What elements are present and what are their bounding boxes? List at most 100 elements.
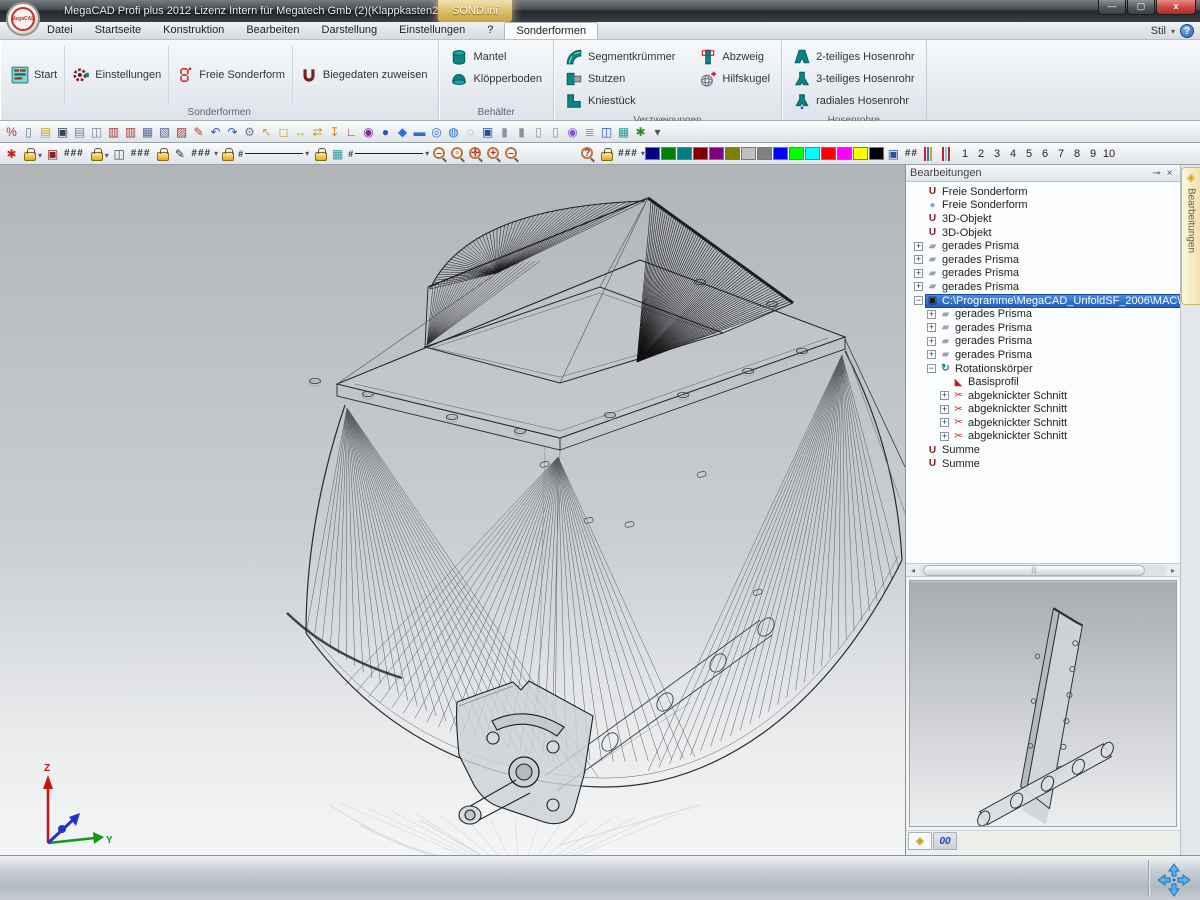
ribbon-button-stutzen[interactable]: Stutzen xyxy=(558,68,682,90)
layer-lock-dropdown-icon[interactable]: ▾ xyxy=(38,151,42,161)
tree-item-3d-objekt[interactable]: U3D-Objekt xyxy=(906,212,1180,226)
expand-icon[interactable]: + xyxy=(927,310,936,319)
select-element-icon[interactable]: ↖ xyxy=(258,123,275,141)
pen-width-colors-icon-0[interactable] xyxy=(924,147,936,161)
layer-number-6[interactable]: 6 xyxy=(1037,148,1053,160)
zoom-pan-icon[interactable]: ✛ xyxy=(469,147,481,159)
ribbon-button-hilfskugel[interactable]: Hilfskugel xyxy=(692,68,777,90)
tree-item-summe[interactable]: USumme xyxy=(906,457,1180,471)
megacad-logo-icon[interactable]: MegaCAD xyxy=(6,2,40,36)
group-lock-dropdown-icon[interactable]: ▾ xyxy=(105,151,109,161)
toolbar-overflow-icon[interactable]: ▾ xyxy=(649,123,666,141)
tree-item-freie-sonderform[interactable]: UFreie Sonderform xyxy=(906,185,1180,199)
layer-number-10[interactable]: 10 xyxy=(1101,148,1117,160)
tree-item-gerades-prisma[interactable]: +▰gerades Prisma xyxy=(906,348,1180,362)
ribbon-button-radiales-hosenrohr[interactable]: radiales Hosenrohr xyxy=(786,90,916,112)
file-refresh-icon[interactable]: ▧ xyxy=(156,123,173,141)
pen-width-colors-icon-1[interactable] xyxy=(942,147,954,161)
snap-percent-icon[interactable]: % xyxy=(3,123,20,141)
color-swatch-2[interactable] xyxy=(677,147,692,160)
expand-icon[interactable]: + xyxy=(914,282,923,291)
tree-item-freie-sonderform[interactable]: ●Freie Sonderform xyxy=(906,199,1180,213)
erase-pen-icon[interactable]: ✎ xyxy=(190,123,207,141)
disc-icon[interactable]: ◎ xyxy=(428,123,445,141)
line-style-preview[interactable]: #▾ xyxy=(236,149,311,159)
expand-icon[interactable]: + xyxy=(927,350,936,359)
tree-item-3d-objekt[interactable]: U3D-Objekt xyxy=(906,226,1180,240)
new-file-icon[interactable]: ▯ xyxy=(20,123,37,141)
ribbon-button-start[interactable]: Start xyxy=(4,46,65,104)
palette-grid-icon[interactable]: ▦ xyxy=(615,123,632,141)
layer-icon[interactable]: ▣ xyxy=(44,145,61,163)
color-wheel-icon[interactable]: ✱ xyxy=(632,123,649,141)
zoom-all-icon[interactable]: ? xyxy=(581,147,593,159)
balloon-icon[interactable]: ◉ xyxy=(564,123,581,141)
pen-icon[interactable]: ✎ xyxy=(171,145,188,163)
menu-einstellungen[interactable]: Einstellungen xyxy=(388,22,476,39)
group-page-icon[interactable]: ◫ xyxy=(111,145,128,163)
open-file-icon[interactable]: ▤ xyxy=(37,123,54,141)
stil-menu[interactable]: Stil xyxy=(1151,25,1166,37)
ribbon-button-abzweig[interactable]: Abzweig xyxy=(692,46,777,68)
expand-icon[interactable]: + xyxy=(940,432,949,441)
color-swatch-4[interactable] xyxy=(709,147,724,160)
tree-item-gerades-prisma[interactable]: +▰gerades Prisma xyxy=(906,267,1180,281)
ribbon-button-einstellungen[interactable]: Einstellungen xyxy=(65,46,169,104)
layer-number-3[interactable]: 3 xyxy=(989,148,1005,160)
layer-number-9[interactable]: 9 xyxy=(1085,148,1101,160)
tree-item-gerades-prisma[interactable]: +▰gerades Prisma xyxy=(906,239,1180,253)
move-icon[interactable]: ↔ xyxy=(292,123,309,141)
layer-number-5[interactable]: 5 xyxy=(1021,148,1037,160)
viewport-screen-icon[interactable]: ▣ xyxy=(479,123,496,141)
tree-item-summe[interactable]: USumme xyxy=(906,443,1180,457)
color-swatch-0[interactable] xyxy=(645,147,660,160)
color-swatch-8[interactable] xyxy=(773,147,788,160)
ribbon-button-segmentkr-mmer[interactable]: Segmentkrümmer xyxy=(558,46,682,68)
color-swatch-10[interactable] xyxy=(805,147,820,160)
ribbon-button-2-teiliges-hosenrohr[interactable]: 2-teiliges Hosenrohr xyxy=(786,46,921,68)
close-button[interactable]: x xyxy=(1156,0,1196,15)
ribbon-button-freie-sonderform[interactable]: Freie Sonderform xyxy=(169,46,293,104)
zoom-window-icon[interactable]: ▫ xyxy=(451,147,463,159)
tree-hscrollbar[interactable]: ◂ ||| ▸ xyxy=(906,564,1180,577)
layer-number-2[interactable]: 2 xyxy=(973,148,989,160)
import-doc-icon[interactable]: ▥ xyxy=(122,123,139,141)
undo-icon[interactable]: ↶ xyxy=(207,123,224,141)
expand-icon[interactable]: + xyxy=(940,418,949,427)
expand-icon[interactable]: + xyxy=(940,405,949,414)
print-preview-icon[interactable]: ◫ xyxy=(88,123,105,141)
bin-icon[interactable]: ▮ xyxy=(513,123,530,141)
tree-item-abgeknickter-schnitt[interactable]: +✂abgeknickter Schnitt xyxy=(906,430,1180,444)
color-swatch-9[interactable] xyxy=(789,147,804,160)
document-tab[interactable]: SOND.ini xyxy=(438,0,512,22)
color-swatch-6[interactable] xyxy=(741,147,756,160)
expand-icon[interactable]: + xyxy=(940,391,949,400)
tree-item-c-programme-megacad-unfoldsf-2[interactable]: −▣C:\Programme\MegaCAD_UnfoldSF_2006\MAC… xyxy=(906,294,1180,308)
line-width-preview[interactable]: #▾ xyxy=(346,149,431,159)
tree-item-gerades-prisma[interactable]: +▰gerades Prisma xyxy=(906,307,1180,321)
layer-lock[interactable]: ▾ xyxy=(20,146,44,161)
bearbeitungen-edge-tab[interactable]: ◈ Bearbeitungen xyxy=(1181,167,1200,305)
ribbon-button-kl-pperboden[interactable]: Klöpperboden xyxy=(443,68,549,90)
color-swatch-13[interactable] xyxy=(853,147,868,160)
expand-icon[interactable]: + xyxy=(914,255,923,264)
menu-konstruktion[interactable]: Konstruktion xyxy=(152,22,235,39)
select-box-icon[interactable]: ◻ xyxy=(275,123,292,141)
tree-item-basisprofil[interactable]: ◣Basisprofil xyxy=(906,375,1180,389)
collapse-icon[interactable]: − xyxy=(927,364,936,373)
tree-item-gerades-prisma[interactable]: +▰gerades Prisma xyxy=(906,253,1180,267)
snap-point-icon[interactable]: ✱ xyxy=(3,145,20,163)
zoom-in-icon[interactable]: + xyxy=(487,147,499,159)
menu-darstellung[interactable]: Darstellung xyxy=(311,22,389,39)
color-swatch-12[interactable] xyxy=(837,147,852,160)
scroll-left-icon[interactable]: ◂ xyxy=(907,566,919,575)
drop-down-icon[interactable]: ↧ xyxy=(326,123,343,141)
part-preview[interactable] xyxy=(906,577,1180,830)
print-icon[interactable]: ▤ xyxy=(71,123,88,141)
menu-sonderformen[interactable]: Sonderformen xyxy=(504,22,598,39)
file-convert-icon[interactable]: ▨ xyxy=(173,123,190,141)
hatch-grid-icon[interactable]: ▦ xyxy=(329,145,346,163)
menu-[interactable]: ? xyxy=(476,22,504,39)
structure-tree-icon[interactable]: ≣ xyxy=(581,123,598,141)
tab-binoculars[interactable]: 00 xyxy=(933,832,957,850)
